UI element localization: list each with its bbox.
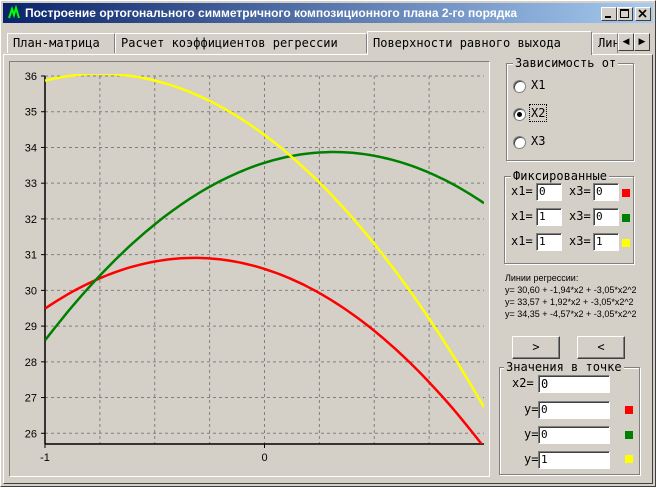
radio-selected-dot <box>517 112 522 117</box>
radio-x1-label[interactable]: X1 <box>531 78 545 92</box>
app-icon <box>7 5 21 20</box>
point-color-yellow <box>625 455 633 463</box>
prev-button[interactable]: < <box>577 336 625 359</box>
fixed-row-3-a-input[interactable]: 1 <box>536 233 562 251</box>
y-tick-label: 33 <box>25 178 37 190</box>
chart-panel: 26 27 28 29 30 31 32 33 34 35 36 -1 0 <box>9 61 490 477</box>
y-tick-label: 29 <box>25 321 37 333</box>
close-icon <box>638 9 647 18</box>
fixed-caption: Фиксированные <box>511 169 609 183</box>
fixed-row-1-b-label: x3= <box>569 184 591 198</box>
tab-scroll-left-button[interactable]: ◀ <box>618 33 634 51</box>
next-button[interactable]: > <box>512 336 560 359</box>
window-title: Построение ортогонального симметричного … <box>25 6 518 20</box>
tab-lines[interactable]: Лин <box>592 33 618 53</box>
x-point-label: x2= <box>512 376 534 390</box>
fixed-row-2-b-input[interactable]: 0 <box>593 208 619 226</box>
y-green-value[interactable]: 0 <box>538 426 610 444</box>
regression-line-1: y= 30,60 + -1,94*x2 + -3,05*x2^2 <box>505 285 637 295</box>
minimize-button[interactable] <box>601 7 617 21</box>
arrow-right-icon: ▶ <box>638 37 646 47</box>
regression-title: Линии регрессии: <box>505 273 579 283</box>
series-color-green <box>622 214 630 222</box>
y-tick-label: 31 <box>25 250 37 262</box>
radio-x2[interactable] <box>513 108 526 121</box>
tab-equal-output-surfaces[interactable]: Поверхности равного выхода <box>367 31 592 55</box>
series-color-red <box>622 189 630 197</box>
y-tick-label: 35 <box>25 107 37 119</box>
fixed-row-2-a-input[interactable]: 1 <box>536 208 562 226</box>
regression-chart: 26 27 28 29 30 31 32 33 34 35 36 -1 0 <box>25 71 484 464</box>
y-tick-label: 36 <box>25 71 37 83</box>
point-values-caption: Значения в точке <box>504 360 624 374</box>
y-red-label: y= <box>524 402 539 416</box>
y-tick-label: 30 <box>25 285 37 297</box>
y-green-label: y= <box>524 427 539 441</box>
fixed-row-2-b-label: x3= <box>569 209 591 223</box>
x-tick-label: 0 <box>261 452 267 464</box>
radio-x1[interactable] <box>513 80 526 93</box>
dependence-group: Зависимость от X1 X2 X3 <box>506 56 634 161</box>
radio-x3-label[interactable]: X3 <box>531 134 545 148</box>
series-color-yellow <box>622 239 630 247</box>
y-red-value[interactable]: 0 <box>538 401 610 419</box>
fixed-values-group: Фиксированные x1= 0 x3= 0 x1= 1 x3= 0 x1… <box>504 169 634 264</box>
point-color-green <box>625 431 633 439</box>
tab-plan-matrix[interactable]: План-матрица <box>7 33 115 53</box>
maximize-button[interactable] <box>617 7 633 21</box>
minimize-icon <box>605 16 611 18</box>
x-tick-label: -1 <box>40 452 50 464</box>
fixed-row-2-a-label: x1= <box>511 209 533 223</box>
y-tick-label: 34 <box>25 142 37 154</box>
y-tick-label: 27 <box>25 393 37 405</box>
tab-strip: План-матрица Расчет коэффициентов регрес… <box>3 31 655 55</box>
regression-line-3: y= 34,35 + -4,57*x2 + -3,05*x2^2 <box>505 309 637 319</box>
close-button[interactable] <box>635 7 651 21</box>
radio-x3[interactable] <box>513 136 526 149</box>
fixed-row-3-b-label: x3= <box>569 234 591 248</box>
main-window: Построение ортогонального симметричного … <box>0 0 656 487</box>
dependence-caption: Зависимость от <box>513 56 619 70</box>
point-color-red <box>625 406 633 414</box>
fixed-row-1-b-input[interactable]: 0 <box>593 183 619 201</box>
y-yellow-value[interactable]: 1 <box>538 451 610 469</box>
fixed-row-3-b-input[interactable]: 1 <box>593 233 619 251</box>
point-values-group: Значения в точке x2= 0 y= 0 y= 0 y= 1 <box>499 360 640 475</box>
fixed-row-1-a-input[interactable]: 0 <box>536 183 562 201</box>
tab-scroll-right-button[interactable]: ▶ <box>634 33 650 51</box>
x-point-input[interactable]: 0 <box>538 375 610 393</box>
fixed-row-3-a-label: x1= <box>511 234 533 248</box>
y-yellow-label: y= <box>524 452 539 466</box>
regression-line-2: y= 33,57 + 1,92*x2 + -3,05*x2^2 <box>505 297 634 307</box>
y-tick-label: 32 <box>25 214 37 226</box>
y-tick-label: 28 <box>25 357 37 369</box>
radio-x2-label[interactable]: X2 <box>528 104 548 122</box>
y-tick-label: 26 <box>25 428 37 440</box>
tab-regression-coefficients[interactable]: Расчет коэффициентов регрессии <box>115 33 367 53</box>
fixed-row-1-a-label: x1= <box>511 184 533 198</box>
arrow-left-icon: ◀ <box>622 37 630 47</box>
title-bar[interactable]: Построение ортогонального симметричного … <box>3 3 653 23</box>
maximize-icon <box>620 9 629 18</box>
